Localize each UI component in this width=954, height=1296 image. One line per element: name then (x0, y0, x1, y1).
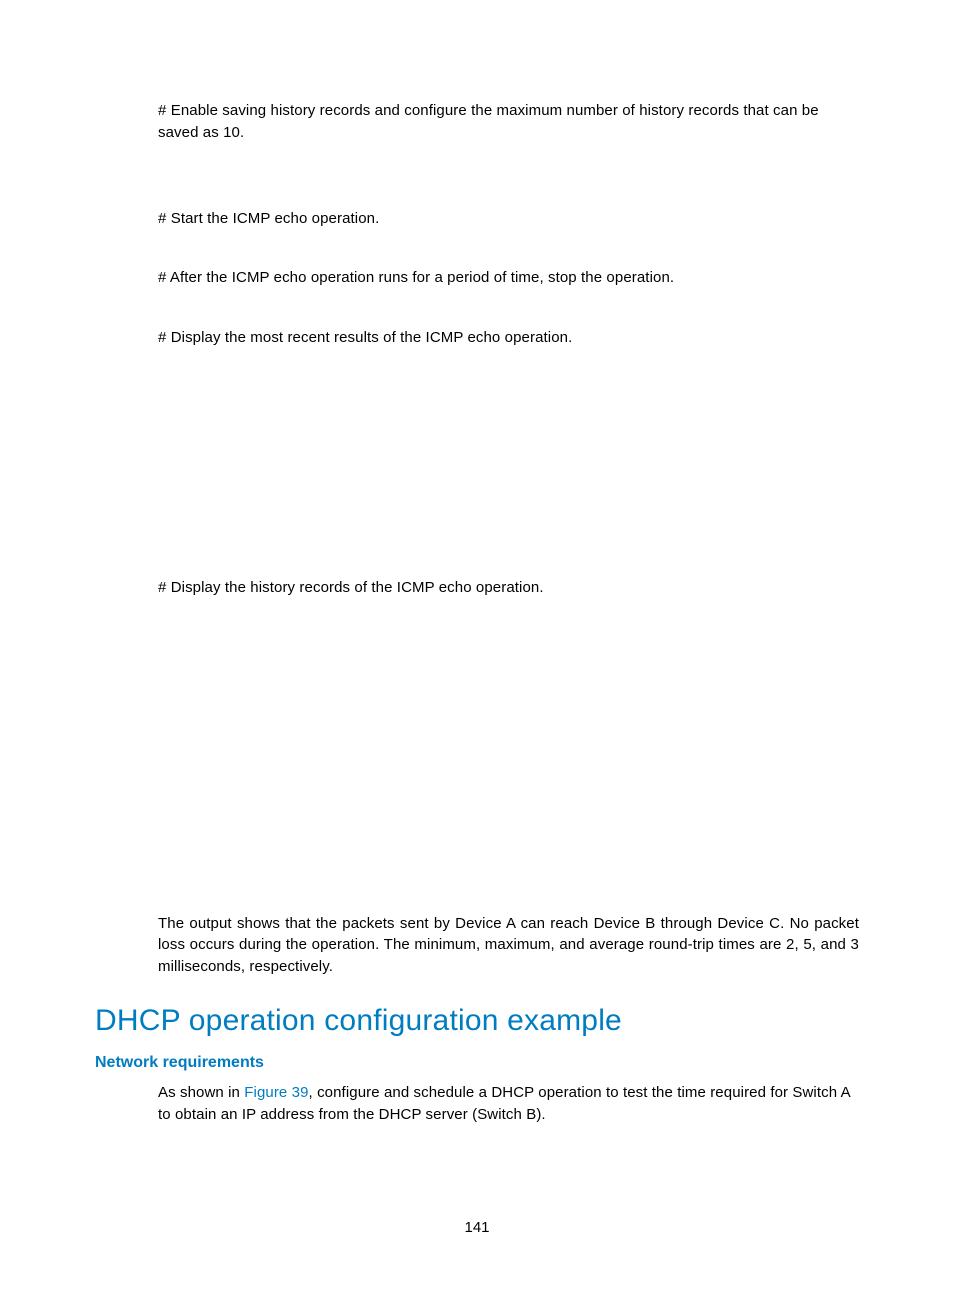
spacer (158, 295, 859, 327)
paragraph: # Enable saving history records and conf… (158, 100, 859, 144)
figure-link[interactable]: Figure 39 (244, 1084, 308, 1101)
body-text-block: # Enable saving history records and conf… (158, 100, 859, 978)
paragraph: The output shows that the packets sent b… (158, 913, 859, 978)
spacer (158, 235, 859, 267)
page-number: 141 (0, 1219, 954, 1236)
paragraph: # Start the ICMP echo operation. (158, 208, 859, 230)
text-run: As shown in (158, 1084, 244, 1101)
page: # Enable saving history records and conf… (0, 0, 954, 1296)
paragraph: # Display the history records of the ICM… (158, 577, 859, 599)
body-text-block: As shown in Figure 39, configure and sch… (158, 1082, 859, 1126)
section-title: DHCP operation configuration example (95, 1004, 859, 1038)
subsection-title: Network requirements (95, 1054, 859, 1072)
paragraph: As shown in Figure 39, configure and sch… (158, 1082, 859, 1126)
paragraph: # Display the most recent results of the… (158, 327, 859, 349)
spacer (158, 150, 859, 208)
paragraph: # After the ICMP echo operation runs for… (158, 267, 859, 289)
spacer (158, 355, 859, 577)
spacer (158, 605, 859, 913)
